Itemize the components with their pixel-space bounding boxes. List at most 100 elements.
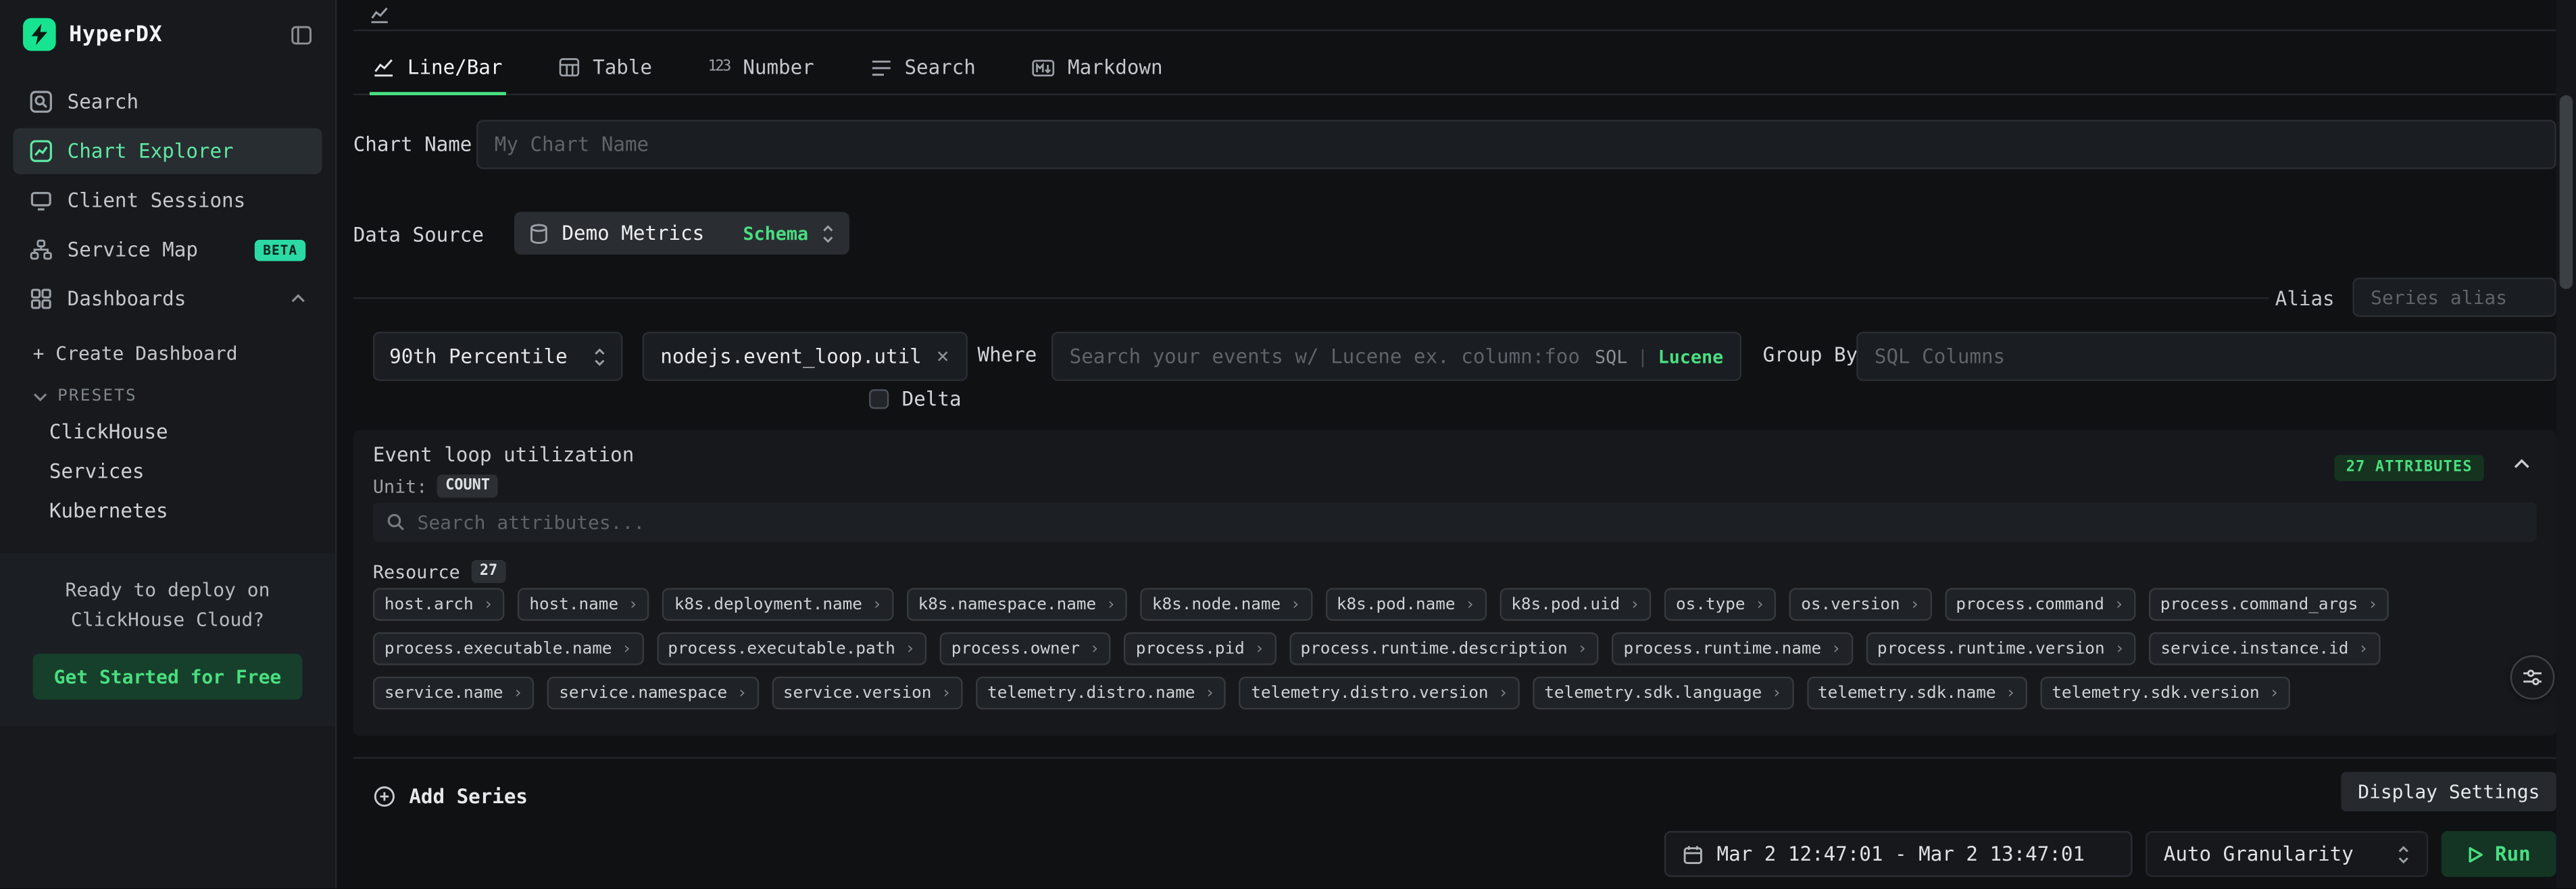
attribute-chip-label: process.runtime.name [1623,640,1821,658]
magnifier-icon [386,513,405,532]
chevron-right-icon: › [513,684,523,703]
attribute-chip-label: telemetry.sdk.name [1818,684,1996,703]
sidebar-item-client-sessions[interactable]: Client Sessions [13,178,322,224]
where-search-box: SQL | Lucene [1051,332,1741,381]
attribute-chip[interactable]: process.runtime.name › [1612,632,1852,665]
attribute-chip[interactable]: process.executable.path› [656,632,926,665]
tab-label: Line/Bar [407,56,503,79]
service-map-icon [30,238,53,261]
tab-number[interactable]: 123 Number [708,41,814,94]
run-button[interactable]: Run [2442,831,2556,877]
attribute-chip-label: telemetry.distro.name [987,684,1195,703]
resource-count-badge: 27 [472,560,506,583]
attribute-chip[interactable]: host.name› [518,588,649,621]
preset-clickhouse[interactable]: ClickHouse [0,412,335,451]
schema-link[interactable]: Schema [743,222,808,244]
remove-metric-icon[interactable]: × [937,346,949,367]
tab-search[interactable]: Search [870,41,975,94]
attribute-chip[interactable]: k8s.namespace.name› [907,588,1128,621]
chevron-right-icon: › [1465,595,1475,613]
attribute-chip[interactable]: telemetry.sdk.language› [1533,677,1793,710]
attribute-chip[interactable]: process.executable.name› [373,632,643,665]
chevron-right-icon: › [872,595,883,613]
attribute-chip[interactable]: k8s.pod.uid› [1500,588,1651,621]
delta-checkbox[interactable] [869,389,889,409]
metric-name: nodejs.event_loop.util [660,345,921,368]
granularity-select[interactable]: Auto Granularity [2146,831,2428,877]
date-range-picker[interactable]: Mar 2 12:47:01 - Mar 2 13:47:01 [1664,831,2133,877]
tab-markdown[interactable]: Markdown [1032,41,1163,94]
attribute-chip[interactable]: process.command_args› [2149,588,2389,621]
attribute-chip[interactable]: telemetry.distro.version› [1239,677,1520,710]
cloud-cta-text: Ready to deploy on ClickHouse Cloud? [23,576,312,635]
presets-label: PRESETS [57,388,137,406]
attribute-chip[interactable]: k8s.deployment.name› [663,588,893,621]
chevron-right-icon: › [1106,595,1116,613]
tab-table[interactable]: Table [558,41,652,94]
preset-services[interactable]: Services [0,452,335,491]
data-source-select[interactable]: Demo Metrics Schema [514,212,849,255]
search-icon [30,91,53,113]
metric-tag[interactable]: nodejs.event_loop.util × [643,332,968,381]
attribute-chip[interactable]: process.owner› [940,632,1112,665]
attribute-chip[interactable]: telemetry.sdk.version› [2040,677,2291,710]
where-input[interactable] [1070,345,1585,368]
dashboards-icon [30,287,53,310]
unit-label: Unit: [373,476,428,497]
attribute-chip[interactable]: telemetry.distro.name› [976,677,1227,710]
attribute-chip[interactable]: process.command› [1944,588,2135,621]
sql-language-toggle[interactable]: SQL [1595,346,1627,367]
chart-name-input[interactable] [476,120,2556,169]
bottom-divider [353,757,2556,759]
preset-kubernetes[interactable]: Kubernetes [0,491,335,530]
attribute-chip[interactable]: process.runtime.version› [1866,632,2136,665]
chart-type-tabs: Line/Bar Table 123 Number Search [353,41,2556,95]
attribute-chip[interactable]: os.version› [1789,588,1931,621]
chevron-right-icon: › [1254,640,1264,658]
section-divider [353,297,2269,299]
tab-label: Markdown [1068,56,1163,79]
attribute-chip[interactable]: os.type› [1664,588,1777,621]
group-by-input[interactable] [1856,332,2556,381]
tab-line-bar[interactable]: Line/Bar [373,41,503,94]
collapse-attributes-icon[interactable] [2514,458,2530,469]
attribute-chip[interactable]: telemetry.sdk.name› [1806,677,2027,710]
attribute-chip[interactable]: service.version› [772,677,963,710]
attribute-chip-label: telemetry.distro.version [1251,684,1488,703]
attribute-chip[interactable]: host.arch› [373,588,505,621]
add-series-button[interactable]: Add Series [373,775,528,817]
date-range-value: Mar 2 12:47:01 - Mar 2 13:47:01 [1717,842,2085,865]
scrollbar[interactable] [2556,0,2576,889]
create-dashboard-button[interactable]: + Create Dashboard [0,322,335,372]
lucene-language-toggle[interactable]: Lucene [1658,346,1724,367]
scrollbar-thumb[interactable] [2560,95,2573,289]
get-started-button[interactable]: Get Started for Free [32,653,303,699]
table-icon [558,57,580,77]
attribute-chip[interactable]: process.runtime.description› [1289,632,1598,665]
chevron-down-icon [33,392,48,402]
attribute-chip-label: telemetry.sdk.language [1544,684,1762,703]
attributes-search-input[interactable] [418,511,2524,534]
attribute-chip[interactable]: service.name› [373,677,535,710]
sidebar-item-search[interactable]: Search [13,79,322,125]
sidebar-collapse-icon[interactable] [291,24,312,45]
delta-label: Delta [902,388,962,411]
presets-header[interactable]: PRESETS [0,373,335,412]
attribute-chip[interactable]: k8s.node.name› [1141,588,1312,621]
attribute-chip[interactable]: process.pid› [1124,632,1276,665]
chevron-right-icon: › [1831,640,1841,658]
tab-label: Search [904,56,975,79]
filters-fab-button[interactable] [2510,655,2555,700]
attribute-chip[interactable]: service.instance.id› [2149,632,2379,665]
sidebar-item-label: Dashboards [68,287,187,310]
display-settings-button[interactable]: Display Settings [2342,772,2556,811]
attribute-chip[interactable]: service.namespace› [547,677,758,710]
sidebar-item-dashboards[interactable]: Dashboards [13,276,322,322]
sidebar-item-chart-explorer[interactable]: Chart Explorer [13,128,322,174]
sidebar-item-service-map[interactable]: Service Map BETA [13,226,322,272]
attribute-chip[interactable]: k8s.pod.name› [1325,588,1487,621]
attribute-chip-label: service.instance.id [2160,640,2348,658]
aggregation-select[interactable]: 90th Percentile [373,332,623,381]
attributes-search-box [373,503,2537,542]
alias-input[interactable] [2352,278,2556,317]
